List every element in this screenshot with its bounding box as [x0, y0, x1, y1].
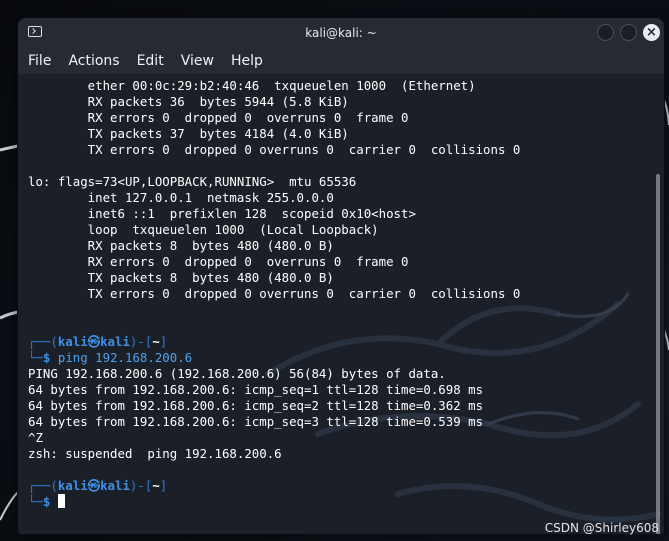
terminal-line: zsh: suspended ping 192.168.200.6	[28, 446, 282, 461]
terminal-line: ┌──(kali㉿kali)-[~]	[28, 478, 520, 494]
maximize-icon[interactable]	[620, 24, 637, 41]
terminal-line: TX packets 8 bytes 480 (480.0 B)	[28, 270, 334, 285]
prompt-user: kali	[57, 334, 88, 349]
terminal-line: 64 bytes from 192.168.200.6: icmp_seq=1 …	[28, 382, 484, 397]
prompt-skull-glyph: ㉿	[87, 334, 101, 349]
menu-bar: File Actions Edit View Help	[18, 48, 664, 74]
prompt-frame: )-[	[129, 478, 153, 493]
menu-help[interactable]: Help	[231, 53, 263, 69]
terminal-line: RX packets 36 bytes 5944 (5.8 KiB)	[28, 94, 349, 109]
title-bar[interactable]: kali@kali: ~ ×	[18, 18, 664, 48]
text-cursor[interactable]	[57, 494, 65, 508]
terminal-line: TX errors 0 dropped 0 overruns 0 carrier…	[28, 142, 521, 157]
prompt-dir: ~	[152, 478, 160, 493]
terminal-line: TX errors 0 dropped 0 overruns 0 carrier…	[28, 286, 521, 301]
minimize-icon[interactable]	[597, 24, 614, 41]
close-icon[interactable]: ×	[643, 24, 660, 41]
prompt-frame: ┌──(	[28, 334, 58, 349]
command-name: ping	[57, 350, 88, 365]
prompt-frame: )-[	[129, 334, 153, 349]
menu-file[interactable]: File	[28, 53, 51, 69]
menu-view[interactable]: View	[181, 53, 214, 69]
prompt-frame: ┌──(	[28, 478, 58, 493]
prompt-frame: ]	[159, 478, 168, 493]
prompt-host: kali	[100, 478, 130, 493]
scrollbar[interactable]	[656, 174, 660, 534]
prompt-host: kali	[100, 334, 130, 349]
terminal-line: loop txqueuelen 1000 (Local Loopback)	[28, 222, 379, 237]
watermark-text: CSDN @Shirley608	[544, 521, 659, 535]
window-controls: ×	[597, 24, 660, 41]
terminal-line: RX errors 0 dropped 0 overruns 0 frame 0	[28, 110, 409, 125]
prompt-user: kali	[57, 478, 88, 493]
menu-actions[interactable]: Actions	[68, 53, 119, 69]
terminal-line: └─$ ping 192.168.200.6	[28, 350, 520, 366]
terminal-line: RX packets 8 bytes 480 (480.0 B)	[28, 238, 334, 253]
terminal-line: └─$	[28, 494, 520, 510]
prompt-dollar: $	[42, 494, 51, 509]
terminal-line: 64 bytes from 192.168.200.6: icmp_seq=3 …	[28, 414, 484, 429]
terminal-line: inet6 ::1 prefixlen 128 scopeid 0x10<hos…	[28, 206, 416, 221]
terminal-area[interactable]: ether 00:0c:29:b2:40:46 txqueuelen 1000 …	[18, 74, 664, 534]
menu-edit[interactable]: Edit	[137, 53, 164, 69]
terminal-line: ^Z	[28, 430, 43, 445]
command-args: 192.168.200.6	[87, 350, 193, 365]
terminal-line: ether 00:0c:29:b2:40:46 txqueuelen 1000 …	[28, 78, 476, 93]
terminal-line: RX errors 0 dropped 0 overruns 0 frame 0	[28, 254, 409, 269]
terminal-line: 64 bytes from 192.168.200.6: icmp_seq=2 …	[28, 398, 484, 413]
terminal-icon[interactable]	[28, 26, 42, 37]
terminal-output: ether 00:0c:29:b2:40:46 txqueuelen 1000 …	[28, 78, 520, 510]
prompt-dollar: $	[42, 350, 51, 365]
desktop-background: kali@kali: ~ × File Actions Edit View He…	[0, 0, 669, 541]
window-title: kali@kali: ~	[305, 26, 377, 40]
prompt-skull-glyph: ㉿	[87, 478, 101, 493]
terminal-line: inet 127.0.0.1 netmask 255.0.0.0	[28, 190, 334, 205]
prompt-frame: ]	[159, 334, 168, 349]
terminal-line: TX packets 37 bytes 4184 (4.0 KiB)	[28, 126, 349, 141]
terminal-line: lo: flags=73<UP,LOOPBACK,RUNNING> mtu 65…	[28, 174, 357, 189]
terminal-line: PING 192.168.200.6 (192.168.200.6) 56(84…	[28, 366, 446, 381]
terminal-line: ┌──(kali㉿kali)-[~]	[28, 334, 520, 350]
terminal-window[interactable]: kali@kali: ~ × File Actions Edit View He…	[18, 18, 664, 534]
prompt-frame: └─	[28, 494, 43, 509]
prompt-dir: ~	[152, 334, 160, 349]
prompt-frame: └─	[28, 350, 43, 365]
